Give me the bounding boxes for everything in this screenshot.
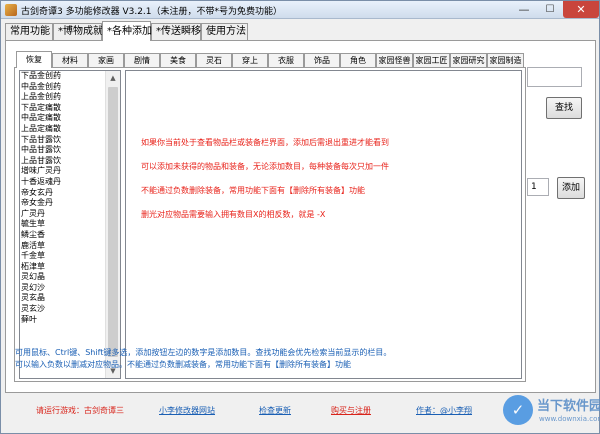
scroll-up-arrow-icon[interactable]: ▲ xyxy=(106,71,120,85)
list-item[interactable]: 中品定痛散 xyxy=(20,113,105,124)
add-button[interactable]: 添加 xyxy=(557,177,585,199)
list-item[interactable]: 增味广灵丹 xyxy=(20,166,105,177)
list-item[interactable]: 上品金创药 xyxy=(20,92,105,103)
tab-usage[interactable]: 使用方法 xyxy=(201,23,248,40)
info-line: 如果你当前处于查看物品栏或装备栏界面，添加后需退出重进才能看到 xyxy=(141,138,389,147)
list-item[interactable]: 千金草 xyxy=(20,251,105,262)
list-item[interactable]: 灵玄晶 xyxy=(20,293,105,304)
info-line: 不能通过负数删除装备，常用功能下面有【删除所有装备】功能 xyxy=(141,186,365,195)
scroll-thumb[interactable] xyxy=(108,87,118,357)
watermark: ✓ 当下软件园 www.downxia.com xyxy=(503,393,600,433)
list-item[interactable]: 中品金创药 xyxy=(20,82,105,93)
subtab-accessories[interactable]: 饰品 xyxy=(304,53,340,67)
subtab-home-research[interactable]: 家园研究 xyxy=(450,53,487,67)
watermark-url: www.downxia.com xyxy=(539,415,600,423)
subtab-clothes[interactable]: 衣服 xyxy=(268,53,304,67)
list-item[interactable]: 鳞尘香 xyxy=(20,230,105,241)
subtab-materials[interactable]: 材料 xyxy=(52,53,88,67)
author-link[interactable]: 作者：@小李翔 xyxy=(416,405,472,416)
purchase-register-link[interactable]: 购买与注册 xyxy=(331,405,371,416)
search-input[interactable] xyxy=(527,67,582,87)
tab-common-functions[interactable]: 常用功能 xyxy=(5,23,53,40)
info-box: 如果你当前处于查看物品栏或装备栏界面，添加后需退出重进才能看到 可以添加未获得的… xyxy=(125,70,522,379)
list-item[interactable]: 藓叶 xyxy=(20,315,105,326)
list-item[interactable]: 灵幻沙 xyxy=(20,283,105,294)
subtab-characters[interactable]: 角色 xyxy=(340,53,376,67)
list-item[interactable]: 灵幻晶 xyxy=(20,272,105,283)
list-item[interactable]: 灵玄沙 xyxy=(20,304,105,315)
list-item[interactable]: 十香返魂丹 xyxy=(20,177,105,188)
tab-teleport[interactable]: *传送瞬移 xyxy=(151,23,201,40)
close-button[interactable]: ✕ xyxy=(563,1,599,18)
list-item[interactable]: 柘津草 xyxy=(20,262,105,273)
subtab-home-manufacture[interactable]: 家园制造 xyxy=(487,53,524,67)
maximize-button[interactable]: ☐ xyxy=(537,1,563,18)
subtab-home-paintings[interactable]: 家画 xyxy=(88,53,124,67)
check-update-link[interactable]: 检查更新 xyxy=(259,405,291,416)
watermark-logo-icon: ✓ xyxy=(503,395,533,425)
website-link[interactable]: 小李修改器网站 xyxy=(159,405,215,416)
tab-museum-achievements[interactable]: *博物成就 xyxy=(53,23,103,40)
recovery-panel: 下品金创药 中品金创药 上品金创药 下品定痛散 中品定痛散 上品定痛散 下品甘露… xyxy=(14,67,526,382)
list-item[interactable]: 下品甘露饮 xyxy=(20,135,105,146)
list-item[interactable]: 中品甘露饮 xyxy=(20,145,105,156)
help-text-line: 可用鼠标、Ctrl键、Shift键多选，添加按钮左边的数字是添加数目。查找功能会… xyxy=(15,348,392,357)
info-line: 可以添加未获得的物品和装备，无论添加数目，每种装备每次只加一件 xyxy=(141,162,389,171)
subtab-home-monsters[interactable]: 家园怪兽 xyxy=(376,53,413,67)
list-item[interactable]: 帝女玄丹 xyxy=(20,188,105,199)
list-item[interactable]: 广灵丹 xyxy=(20,209,105,220)
list-item[interactable]: 下品定痛散 xyxy=(20,103,105,114)
list-item[interactable]: 帝女金丹 xyxy=(20,198,105,209)
list-item[interactable]: 下品金创药 xyxy=(20,71,105,82)
subtab-story[interactable]: 剧情 xyxy=(124,53,160,67)
subtab-recovery[interactable]: 恢复 xyxy=(16,51,52,68)
tab-various-add[interactable]: *各种添加 xyxy=(102,21,152,41)
list-item[interactable]: 鹿活草 xyxy=(20,241,105,252)
subtab-wear[interactable]: 穿上 xyxy=(232,53,268,67)
list-item[interactable]: 上品甘露饮 xyxy=(20,156,105,167)
list-item[interactable]: 上品定痛散 xyxy=(20,124,105,135)
app-icon xyxy=(5,4,17,16)
modifier-window: 古剑奇谭3 多功能修改器 V3.2.1（未注册，不带*号为免费功能） — ☐ ✕… xyxy=(0,0,600,434)
game-label: 请运行游戏：古剑奇谭三 xyxy=(36,406,124,415)
info-line: 删光对应物品需要输入拥有数目X的相反数，就是 -X xyxy=(141,210,326,219)
title-bar[interactable]: 古剑奇谭3 多功能修改器 V3.2.1（未注册，不带*号为免费功能） — ☐ ✕ xyxy=(1,1,599,19)
window-title: 古剑奇谭3 多功能修改器 V3.2.1（未注册，不带*号为免费功能） xyxy=(21,7,283,17)
main-panel: 恢复 材料 家画 剧情 美食 灵石 穿上 衣服 饰品 角色 家园怪兽 家园工匠 … xyxy=(5,40,596,393)
list-item[interactable]: 毓生草 xyxy=(20,219,105,230)
help-text-line: 可以输入负数以删减对应物品。不能通过负数删减装备，常用功能下面有【删除所有装备】… xyxy=(15,360,351,369)
search-button[interactable]: 查找 xyxy=(546,97,582,119)
quantity-input[interactable]: 1 xyxy=(527,178,549,196)
subtab-food[interactable]: 美食 xyxy=(160,53,196,67)
subtab-spirit-stones[interactable]: 灵石 xyxy=(196,53,232,67)
list-scrollbar[interactable]: ▲ ▼ xyxy=(105,71,120,378)
watermark-brand: 当下软件园 xyxy=(537,399,600,414)
item-listbox[interactable]: 下品金创药 中品金创药 上品金创药 下品定痛散 中品定痛散 上品定痛散 下品甘露… xyxy=(19,70,121,379)
minimize-button[interactable]: — xyxy=(511,1,537,18)
subtab-home-craftsmen[interactable]: 家园工匠 xyxy=(413,53,450,67)
